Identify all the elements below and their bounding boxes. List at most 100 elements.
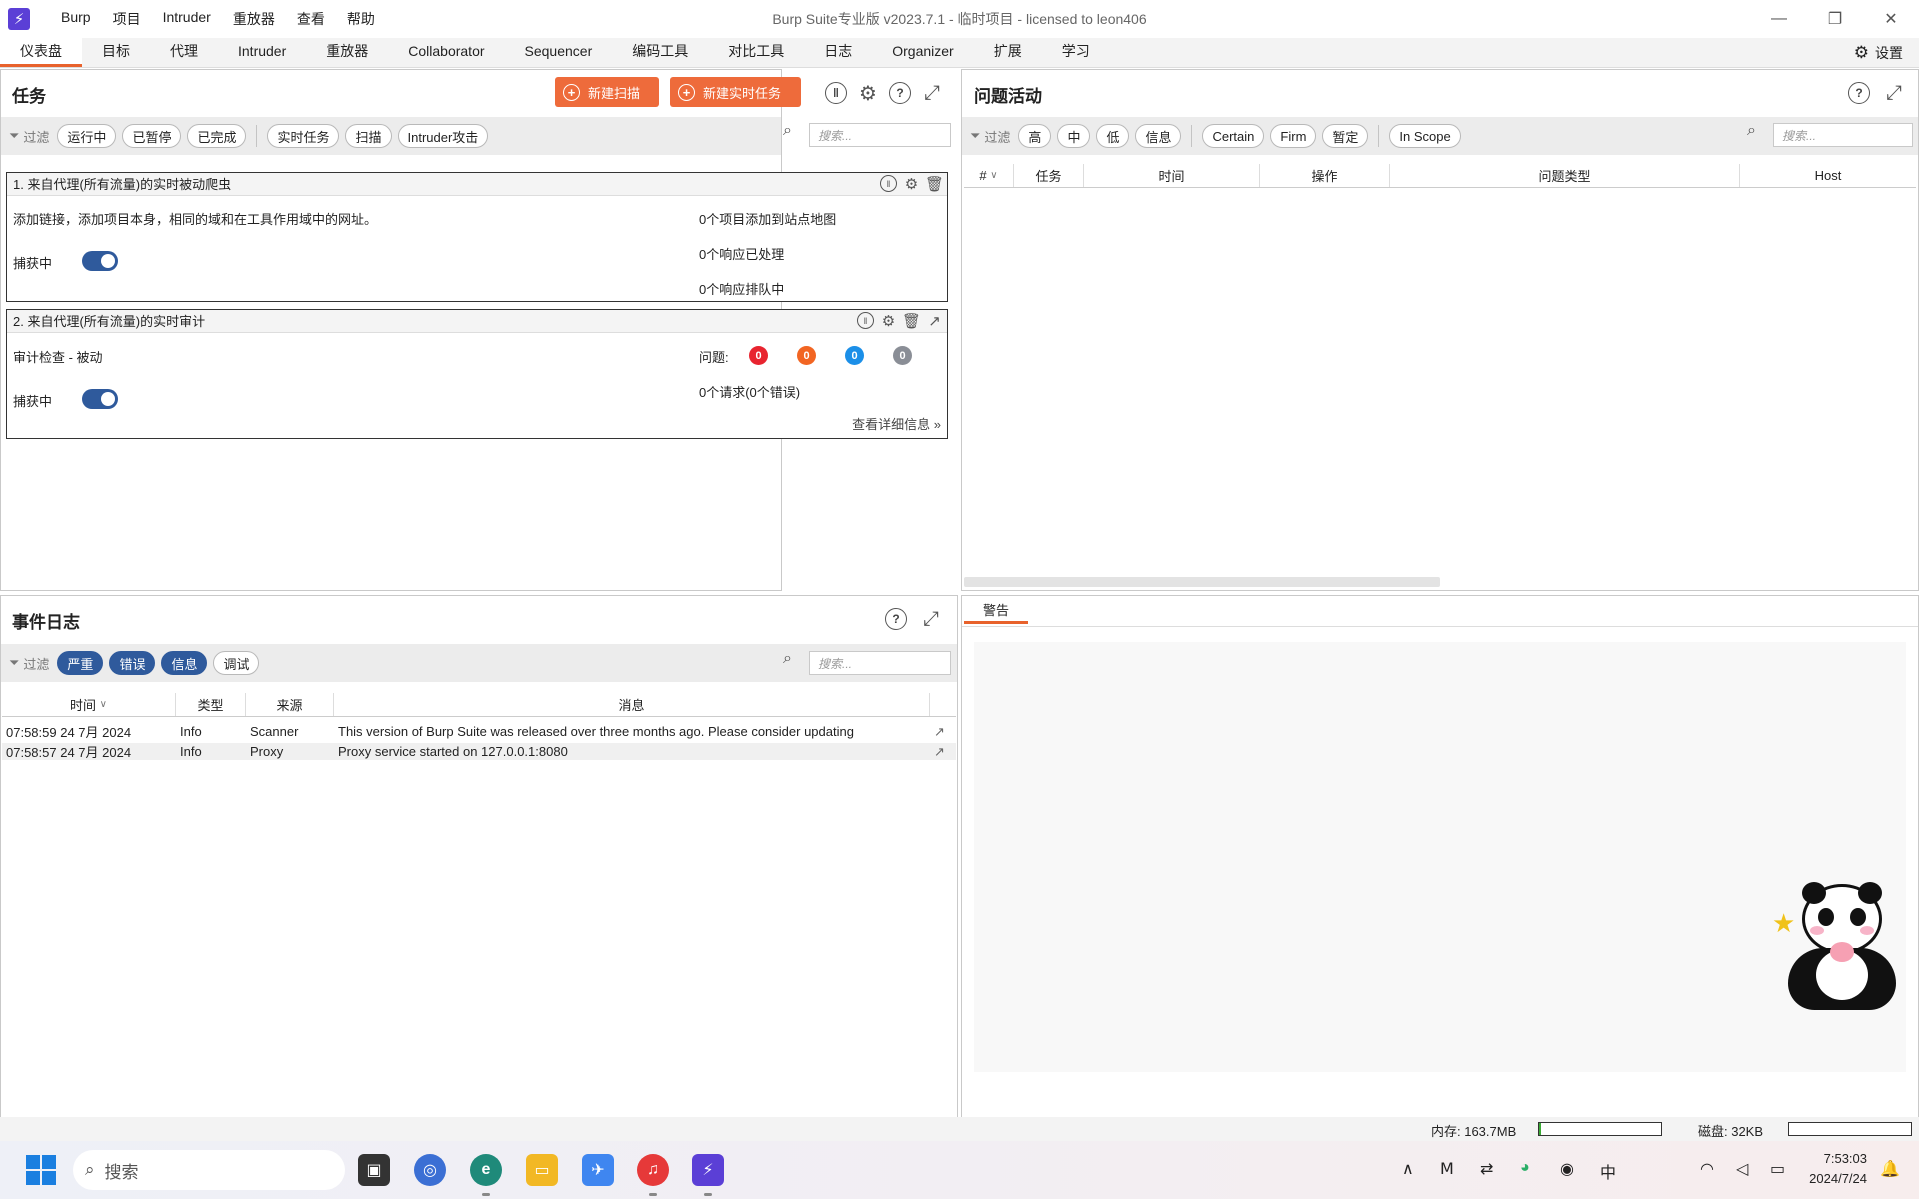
tab-organizer[interactable]: Organizer	[872, 37, 973, 67]
tab-dashboard[interactable]: 仪表盘	[0, 37, 82, 67]
open-external-icon[interactable]: ↗	[930, 724, 954, 740]
filter-severity-info[interactable]: 信息	[1135, 124, 1182, 148]
filter-finished[interactable]: 已完成	[187, 124, 247, 148]
filter-severity-low[interactable]: 低	[1096, 124, 1130, 148]
tab-sequencer[interactable]: Sequencer	[505, 37, 613, 67]
gear-icon[interactable]: ⚙	[856, 81, 880, 105]
restore-icon[interactable]: ❐	[1807, 0, 1863, 38]
filter-debug[interactable]: 调试	[213, 651, 260, 675]
event-log-search-input[interactable]: 搜索...	[809, 651, 951, 675]
task-view-icon[interactable]: ▣	[358, 1154, 390, 1186]
menu-project[interactable]: 项目	[102, 9, 152, 29]
tab-comparer[interactable]: 对比工具	[708, 37, 804, 67]
minimize-icon[interactable]: —	[1751, 0, 1807, 38]
expand-icon[interactable]: ⤢	[920, 81, 944, 105]
help-icon[interactable]: ?	[1848, 82, 1870, 104]
battery-icon[interactable]: ▭	[1770, 1159, 1785, 1179]
filter-live-tasks[interactable]: 实时任务	[267, 124, 340, 148]
capture-toggle[interactable]	[82, 389, 118, 409]
tab-target[interactable]: 目标	[82, 37, 150, 67]
filter-error[interactable]: 错误	[109, 651, 156, 675]
column-header-source[interactable]: 来源	[246, 693, 334, 716]
trash-icon[interactable]: 🗑	[902, 312, 921, 330]
feishu-icon[interactable]: ✈	[582, 1154, 614, 1186]
tab-proxy[interactable]: 代理	[150, 37, 218, 67]
filter-running[interactable]: 运行中	[57, 124, 117, 148]
open-external-icon[interactable]: ↗	[930, 744, 954, 760]
pause-icon[interactable]: ‖	[880, 175, 897, 192]
column-header-time[interactable]: 时间	[1084, 164, 1260, 187]
column-header-message[interactable]: 消息	[334, 693, 930, 716]
transfer-icon[interactable]: ⇄	[1480, 1159, 1493, 1179]
input-language[interactable]: 中	[1600, 1159, 1616, 1183]
filter-critical[interactable]: 严重	[57, 651, 104, 675]
column-header-time[interactable]: 时间 ∨	[2, 693, 176, 716]
filter-info[interactable]: 信息	[161, 651, 208, 675]
filter-severity-high[interactable]: 高	[1018, 124, 1052, 148]
open-external-icon[interactable]: ↗	[926, 312, 943, 330]
menu-help[interactable]: 帮助	[336, 9, 386, 29]
filter-intruder-attacks[interactable]: Intruder攻击	[397, 124, 489, 148]
qq-icon[interactable]: ◉	[1560, 1159, 1574, 1179]
expand-icon[interactable]: ⤢	[1882, 81, 1906, 105]
tab-extensions[interactable]: 扩展	[974, 37, 1042, 67]
table-row[interactable]: 07:58:57 24 7月 2024 Info Proxy Proxy ser…	[2, 743, 956, 760]
gear-icon[interactable]: ⚙	[903, 175, 920, 193]
column-header-number[interactable]: # ∨	[964, 164, 1014, 187]
filter-in-scope[interactable]: In Scope	[1389, 124, 1461, 148]
task-card-1[interactable]: 1. 来自代理(所有流量)的实时被动爬虫 ‖ ⚙ 🗑 添加链接，添加项目本身，相…	[6, 172, 948, 302]
column-header-action[interactable]: 操作	[1260, 164, 1390, 187]
filter-confidence-certain[interactable]: Certain	[1202, 124, 1265, 148]
taskbar-search[interactable]: ⌕ 搜索	[73, 1150, 345, 1190]
file-explorer-icon[interactable]: ▭	[526, 1154, 558, 1186]
system-clock[interactable]: 7:53:03 2024/7/24	[1809, 1149, 1867, 1189]
capture-toggle[interactable]	[82, 251, 118, 271]
tab-advisory[interactable]: 警告	[964, 598, 1028, 624]
column-header-issue-type[interactable]: 问题类型	[1390, 164, 1740, 187]
filter-paused[interactable]: 已暂停	[122, 124, 182, 148]
task-card-2[interactable]: 2. 来自代理(所有流量)的实时审计 ‖ ⚙ 🗑 ↗ 审计检查 - 被动 捕获中…	[6, 309, 948, 439]
settings-button[interactable]: ⚙ 设置	[1854, 43, 1903, 63]
tab-learn[interactable]: 学习	[1042, 37, 1110, 67]
filter-label[interactable]: ⏷ 过滤	[9, 127, 49, 146]
menu-burp[interactable]: Burp	[50, 9, 102, 29]
netease-music-icon[interactable]: ♫	[637, 1154, 669, 1186]
volume-icon[interactable]: ◁	[1736, 1159, 1748, 1179]
tab-logger[interactable]: 日志	[804, 37, 872, 67]
expand-icon[interactable]: ⤢	[919, 607, 943, 631]
horizontal-scrollbar[interactable]	[964, 577, 1440, 587]
gear-icon[interactable]: ⚙	[880, 312, 897, 330]
globe-app-icon[interactable]: ◎	[414, 1154, 446, 1186]
edge-browser-icon[interactable]: e	[470, 1154, 502, 1186]
filter-label[interactable]: ⏷ 过滤	[970, 127, 1010, 146]
new-live-task-button[interactable]: + 新建实时任务	[670, 77, 801, 107]
menu-view[interactable]: 查看	[286, 9, 336, 29]
help-icon[interactable]: ?	[889, 82, 911, 104]
tray-app-icon[interactable]: Ⅿ	[1440, 1159, 1454, 1179]
tab-intruder[interactable]: Intruder	[218, 37, 306, 67]
column-header-host[interactable]: Host	[1740, 164, 1916, 187]
new-scan-button[interactable]: + 新建扫描	[555, 77, 659, 107]
tab-repeater[interactable]: 重放器	[306, 37, 388, 67]
pause-all-icon[interactable]: ‖	[825, 82, 847, 104]
wechat-icon[interactable]: ◕	[1520, 1159, 1530, 1177]
filter-scans[interactable]: 扫描	[345, 124, 392, 148]
column-header-type[interactable]: 类型	[176, 693, 246, 716]
view-details-link[interactable]: 查看详细信息 »	[852, 414, 941, 433]
filter-label[interactable]: ⏷ 过滤	[9, 654, 49, 673]
close-icon[interactable]: ✕	[1863, 0, 1919, 38]
menu-repeater[interactable]: 重放器	[222, 9, 286, 29]
filter-severity-medium[interactable]: 中	[1057, 124, 1091, 148]
tab-collaborator[interactable]: Collaborator	[388, 37, 504, 67]
menu-intruder[interactable]: Intruder	[152, 9, 222, 29]
burp-suite-taskbar-icon[interactable]: ⚡	[692, 1154, 724, 1186]
filter-confidence-firm[interactable]: Firm	[1270, 124, 1317, 148]
tasks-search-input[interactable]: 搜索...	[809, 123, 951, 147]
issues-search-input[interactable]: 搜索...	[1773, 123, 1913, 147]
pause-icon[interactable]: ‖	[857, 312, 874, 329]
wifi-icon[interactable]: ◠	[1700, 1159, 1714, 1179]
column-header-task[interactable]: 任务	[1014, 164, 1084, 187]
trash-icon[interactable]: 🗑	[925, 175, 944, 193]
help-icon[interactable]: ?	[885, 608, 907, 630]
tab-decoder[interactable]: 编码工具	[612, 37, 708, 67]
